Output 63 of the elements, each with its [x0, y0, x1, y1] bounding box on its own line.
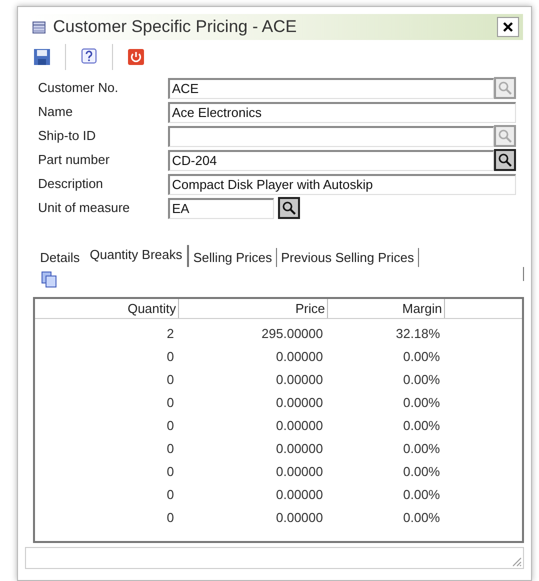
table-cell-text: 0.00000 — [275, 508, 324, 527]
close-icon — [503, 22, 513, 32]
copy-icon — [41, 271, 57, 288]
search-icon — [498, 129, 512, 143]
lookup-button[interactable] — [494, 149, 516, 171]
text-field[interactable]: EA — [168, 198, 274, 218]
table-cell-text: 0.00000 — [275, 416, 324, 435]
table-cell-text: 0 — [166, 348, 175, 366]
window-title: Customer Specific Pricing - ACE — [53, 16, 297, 38]
table-cell-text: 0.00% — [402, 486, 441, 504]
table-cell-text: 0.00% — [402, 462, 441, 481]
table-cell-text: 0.00% — [402, 394, 441, 412]
text-field[interactable] — [168, 126, 494, 146]
table-cell-text: 0.00000 — [275, 462, 324, 481]
tab[interactable]: Previous Selling Prices — [277, 248, 419, 267]
text-field[interactable]: Ace Electronics — [168, 102, 516, 122]
resize-grip-icon — [510, 555, 522, 567]
table-cell-text: 0.00000 — [275, 394, 324, 412]
search-icon — [282, 201, 296, 215]
tab[interactable]: Details — [36, 248, 85, 267]
power-icon — [127, 48, 145, 66]
table-cell-text: 0 — [166, 508, 175, 527]
column-header[interactable]: Margin — [328, 299, 445, 318]
column-header[interactable]: Quantity — [35, 299, 179, 318]
close-form-button[interactable] — [127, 48, 145, 66]
table-cell-text: 0 — [166, 440, 175, 458]
lookup-button[interactable] — [278, 197, 300, 219]
field-label: Name — [38, 103, 74, 122]
table-cell-text: 0 — [166, 416, 175, 435]
text-field[interactable]: ACE — [168, 78, 494, 98]
window-icon — [32, 20, 46, 34]
table-cell-text: 2 — [166, 324, 175, 343]
search-icon — [498, 153, 512, 167]
tab[interactable]: Quantity Breaks — [84, 245, 190, 267]
table-cell-text: 0.00% — [402, 508, 441, 527]
table-cell-text: 32.18% — [394, 324, 441, 343]
table-cell-text: 0 — [166, 486, 175, 504]
close-button[interactable] — [497, 17, 519, 37]
field-label: Customer No. — [38, 79, 120, 98]
table-cell-text: 0.00000 — [275, 348, 324, 366]
table-cell-text: 0.00% — [402, 440, 441, 458]
table-cell-text: 0.00% — [402, 416, 441, 435]
help-button[interactable] — [80, 48, 98, 66]
table-cell-text: 0 — [166, 370, 175, 389]
table-cell-text: 295.00000 — [260, 324, 324, 343]
table-cell-text: 0.00000 — [275, 486, 324, 504]
field-label: Ship-to ID — [38, 127, 97, 146]
tab[interactable]: Selling Prices — [189, 248, 278, 267]
help-icon — [80, 48, 98, 66]
table-cell-text: 0 — [166, 462, 175, 481]
table-cell-text: 0.00% — [402, 370, 441, 389]
table-cell-text: 0 — [166, 394, 175, 412]
text-field[interactable]: CD-204 — [168, 150, 494, 170]
table-cell-text: 0.00% — [402, 348, 441, 366]
field-label: Description — [38, 175, 104, 194]
table-cell-text: 0.00000 — [275, 370, 324, 389]
save-button[interactable] — [33, 48, 51, 66]
field-label: Unit of measure — [38, 199, 131, 218]
search-icon — [498, 81, 512, 95]
text-field[interactable]: Compact Disk Player with Autoskip — [168, 174, 516, 194]
table-cell-text: 0.00000 — [275, 440, 324, 458]
column-header[interactable]: Price — [179, 299, 328, 318]
field-label: Part number — [38, 151, 111, 170]
